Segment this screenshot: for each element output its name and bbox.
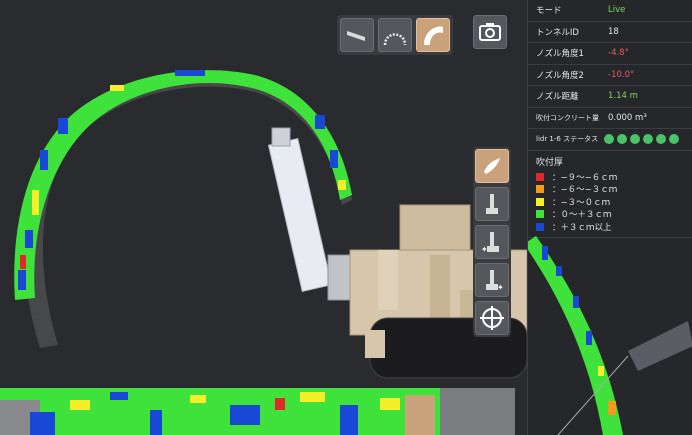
- legend-swatch: [536, 185, 544, 194]
- nozzle-angle1-value: -4.8°: [608, 48, 629, 59]
- nozzle-mode-toolbar: ✦ ✦: [473, 147, 511, 337]
- spray-boom: [267, 127, 357, 301]
- nozzle-mode-3-button[interactable]: ✦: [475, 263, 509, 297]
- section-view[interactable]: [528, 236, 692, 435]
- nozzle-dist-row: ノズル距離 1.14 m: [528, 86, 692, 108]
- legend-label: ：−６〜−３ｃｍ: [552, 185, 618, 196]
- app-window: ✦ ✦ モード Live トンネルID 18 ノズル角度1 -4.8° ノズル角…: [0, 0, 692, 435]
- status-panel: モード Live トンネルID 18 ノズル角度1 -4.8° ノズル角度2 -…: [527, 0, 692, 435]
- spray-icon: [484, 158, 500, 174]
- thickness-legend: 吹付厚 ：−９〜−６ｃｍ ：−６〜−３ｃｍ ：−３〜０ｃｍ ：０〜＋３ｃｍ ：＋…: [528, 151, 692, 238]
- nozzle-dist-value: 1.14 m: [608, 91, 638, 102]
- mode-label: モード: [536, 6, 562, 17]
- legend-swatch: [536, 172, 544, 181]
- lidar-status-dots: [604, 134, 679, 145]
- tunnel-row: トンネルID 18: [528, 22, 692, 43]
- nozzle-mode-1-button[interactable]: [475, 187, 509, 221]
- nozzle-mode-2-button[interactable]: ✦: [475, 225, 509, 259]
- lidar-status-dot: [643, 134, 653, 145]
- nozzle-mode-1-icon: [486, 194, 498, 214]
- concrete-label: 吹付コンクリート量: [536, 113, 599, 122]
- legend-item: ：−６〜−３ｃｍ: [536, 183, 685, 196]
- mode-row: モード Live: [528, 0, 692, 22]
- nozzle-angle2-row: ノズル角度2 -10.0°: [528, 65, 692, 86]
- tunnel-label: トンネルID: [536, 27, 579, 38]
- nozzle-dist-label: ノズル距離: [536, 92, 579, 103]
- nozzle-beam: [628, 321, 692, 371]
- legend-swatch: [536, 222, 544, 231]
- tunnel-value: 18: [608, 26, 619, 37]
- legend-item: ：−３〜０ｃｍ: [536, 196, 685, 209]
- lidar-status-dot: [630, 134, 640, 145]
- mode-value: Live: [608, 5, 626, 16]
- legend-item: ：＋３ｃｍ以上: [536, 221, 685, 234]
- nozzle-angle1-row: ノズル角度1 -4.8°: [528, 43, 692, 65]
- lidar-status-dot: [669, 134, 679, 145]
- lidar-status-dot: [604, 134, 614, 145]
- arch-view-icon: [383, 33, 407, 46]
- lidar-status-dot: [617, 134, 627, 145]
- arch-view-button[interactable]: [378, 18, 412, 52]
- legend-item: ：−９〜−６ｃｍ: [536, 171, 685, 184]
- flat-view-icon: [347, 31, 365, 41]
- legend-label: ：−３〜０ｃｍ: [552, 197, 611, 208]
- svg-text:✦: ✦: [497, 283, 504, 292]
- target-button[interactable]: [475, 301, 509, 335]
- camera-button[interactable]: [473, 15, 507, 49]
- legend-swatch: [536, 197, 544, 206]
- lidar-status-dot: [656, 134, 666, 145]
- view-mode-toolbar: [337, 15, 453, 55]
- legend-item: ：０〜＋３ｃｍ: [536, 208, 685, 221]
- flat-view-button[interactable]: [340, 18, 374, 52]
- legend-title: 吹付厚: [536, 157, 564, 168]
- tunnel-scene: [0, 70, 527, 435]
- floor-thickness-map: [0, 388, 515, 435]
- nozzle-angle2-label: ノズル角度2: [536, 70, 584, 81]
- nozzle-angle2-value: -10.0°: [608, 69, 635, 80]
- svg-text:✦: ✦: [481, 245, 488, 254]
- 3d-viewport[interactable]: ✦ ✦: [0, 0, 527, 435]
- nozzle-mode-2-icon: ✦: [481, 232, 499, 254]
- curved-view-icon: [424, 26, 443, 45]
- concrete-row: 吹付コンクリート量 0.000 m³: [528, 108, 692, 129]
- target-icon: [480, 306, 504, 330]
- lidar-label: lidr 1-6 ステータス: [536, 135, 599, 144]
- legend-label: ：−９〜−６ｃｍ: [552, 172, 618, 183]
- camera-icon: [479, 23, 501, 41]
- lidar-row: lidr 1-6 ステータス: [528, 129, 692, 151]
- legend-swatch: [536, 210, 544, 219]
- nozzle-angle1-label: ノズル角度1: [536, 49, 584, 60]
- section-view-svg: [528, 236, 692, 435]
- legend-label: ：０〜＋３ｃｍ: [552, 210, 612, 221]
- legend-label: ：＋３ｃｍ以上: [552, 222, 612, 233]
- spray-button[interactable]: [475, 149, 509, 183]
- concrete-value: 0.000 m³: [608, 112, 647, 123]
- nozzle-mode-3-icon: ✦: [486, 270, 504, 292]
- curved-view-button[interactable]: [416, 18, 450, 52]
